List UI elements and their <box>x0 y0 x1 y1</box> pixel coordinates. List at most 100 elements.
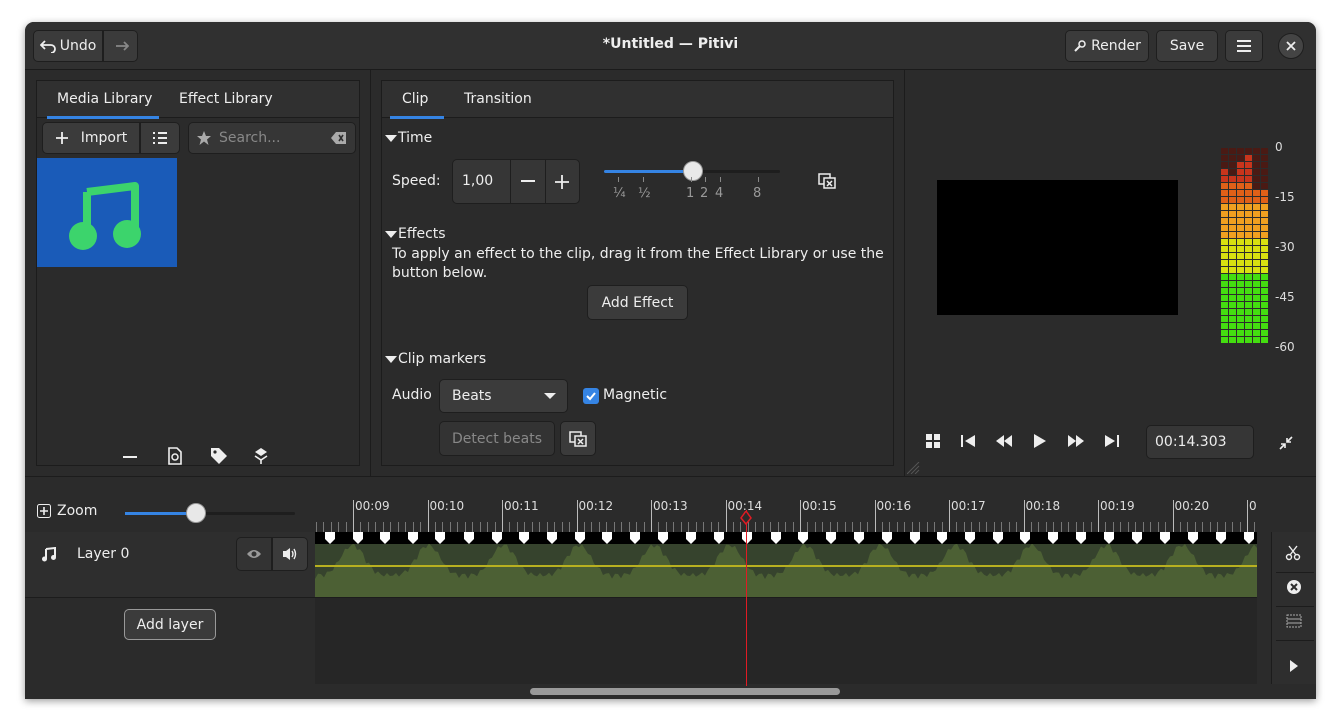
playhead[interactable] <box>746 510 747 686</box>
ruler-label: 00:11 <box>504 499 539 513</box>
magnetic-label[interactable]: Magnetic <box>603 387 667 403</box>
clip-markers-heading[interactable]: Clip markers <box>398 351 486 367</box>
eye-icon <box>246 548 262 560</box>
ruler-minor-tick <box>531 522 533 532</box>
audio-clip[interactable] <box>315 532 1257 597</box>
render-button[interactable]: Render <box>1065 30 1149 62</box>
effects-heading[interactable]: Effects <box>398 226 446 242</box>
split-clip-icon[interactable] <box>1285 545 1301 561</box>
save-button[interactable]: Save <box>1156 30 1218 62</box>
ruler-minor-tick <box>844 522 846 532</box>
plus-icon[interactable] <box>555 175 569 189</box>
detect-beats-button[interactable]: Detect beats <box>439 421 555 456</box>
expand-toolbar-icon[interactable] <box>1290 660 1298 672</box>
go-to-start-icon[interactable] <box>961 434 975 448</box>
meter-cell <box>1221 148 1228 154</box>
zoom-fit-icon[interactable] <box>37 504 51 518</box>
media-thumbnail-audio[interactable] <box>37 158 177 267</box>
ruler-minor-tick <box>814 522 816 532</box>
import-button[interactable]: Import <box>42 122 140 154</box>
ruler-label: 00:16 <box>876 499 912 513</box>
time-heading[interactable]: Time <box>398 130 432 146</box>
fast-forward-icon[interactable] <box>1068 435 1084 447</box>
magnetic-checkbox[interactable] <box>583 388 599 404</box>
speed-slider-handle[interactable] <box>683 161 703 181</box>
timeline-ruler[interactable]: 00:09 00:10 00:11 00:12 00:13 00:14 00:15 00:16… <box>315 494 1257 532</box>
meter-cell <box>1221 176 1228 182</box>
fullscreen-toggle-icon[interactable] <box>1279 436 1293 450</box>
timeline-scrollbar[interactable] <box>530 688 840 695</box>
expander-down-icon[interactable] <box>385 356 397 364</box>
rewind-icon[interactable] <box>996 435 1012 447</box>
meter-cell <box>1245 260 1252 266</box>
tag-icon[interactable] <box>210 447 228 465</box>
ruler-minor-tick <box>1239 522 1241 532</box>
main-menu-button[interactable] <box>1225 30 1263 62</box>
meter-cell <box>1237 309 1244 315</box>
go-to-end-icon[interactable] <box>1105 434 1119 448</box>
reset-speed-icon[interactable] <box>818 173 836 189</box>
zoom-slider[interactable] <box>125 503 295 523</box>
search-input[interactable]: Search... <box>188 122 356 154</box>
meter-cell <box>1229 225 1236 231</box>
meter-cell <box>1253 176 1260 182</box>
toggle-layer-audio-button[interactable] <box>272 537 308 571</box>
insert-at-end-icon[interactable] <box>253 447 269 465</box>
tab-clip[interactable]: Clip <box>402 91 428 107</box>
resize-grip-icon[interactable] <box>907 462 921 474</box>
timecode-value[interactable]: 00:14.303 <box>1155 434 1227 450</box>
group-clips-icon[interactable] <box>1286 613 1302 629</box>
speed-slider[interactable] <box>604 161 780 181</box>
timeline-tracks[interactable] <box>315 532 1257 684</box>
tab-effect-library[interactable]: Effect Library <box>179 91 273 107</box>
ruler-major-tick <box>1023 500 1025 532</box>
plus-icon <box>55 131 69 145</box>
tab-media-library[interactable]: Media Library <box>57 91 152 107</box>
meter-cell <box>1221 274 1228 280</box>
delete-clip-icon[interactable] <box>1286 579 1302 595</box>
meter-cell <box>1261 302 1268 308</box>
meter-cell <box>1229 246 1236 252</box>
ruler-minor-tick <box>896 522 898 532</box>
remove-media-icon[interactable] <box>123 455 139 459</box>
clip-properties-icon[interactable] <box>167 447 183 465</box>
expander-down-icon[interactable] <box>385 231 397 239</box>
minus-icon[interactable] <box>521 180 535 183</box>
ruler-minor-tick <box>926 522 928 532</box>
meter-cell <box>1261 190 1268 196</box>
layer-header: Layer 0 <box>25 532 315 598</box>
ruler-minor-tick <box>1001 522 1003 532</box>
meter-cell <box>1229 190 1236 196</box>
ruler-minor-tick <box>934 522 936 532</box>
meter-cell <box>1253 274 1260 280</box>
meter-cell <box>1237 169 1244 175</box>
expander-down-icon[interactable] <box>385 135 397 143</box>
play-icon[interactable] <box>1034 434 1046 448</box>
zoom-slider-handle[interactable] <box>186 503 206 523</box>
ruler-minor-tick <box>598 522 600 532</box>
tab-transition[interactable]: Transition <box>464 91 532 107</box>
list-view-toggle[interactable] <box>140 122 180 154</box>
ruler-minor-tick <box>710 522 712 532</box>
add-layer-button[interactable]: Add layer <box>124 609 216 640</box>
speed-spinbutton[interactable]: 1,00 <box>452 159 580 204</box>
playhead-marker-icon[interactable] <box>740 511 752 525</box>
render-label: Render <box>1091 38 1141 54</box>
dock-viewer-icon[interactable] <box>926 434 940 448</box>
list-view-icon <box>152 131 168 145</box>
meter-cell <box>1245 148 1252 154</box>
clear-markers-button[interactable] <box>560 421 596 456</box>
close-button[interactable] <box>1278 33 1304 59</box>
layer-name[interactable]: Layer 0 <box>77 546 129 562</box>
audio-markers-dropdown[interactable]: Beats <box>439 379 568 413</box>
ruler-minor-tick <box>561 522 563 532</box>
timecode-input[interactable]: 00:14.303 <box>1146 425 1254 459</box>
meter-cell <box>1221 337 1228 343</box>
add-effect-button[interactable]: Add Effect <box>587 285 688 320</box>
clear-search-icon[interactable] <box>331 132 347 144</box>
speed-value[interactable]: 1,00 <box>462 173 493 189</box>
meter-cell <box>1221 253 1228 259</box>
toggle-layer-video-button[interactable] <box>236 537 272 571</box>
meter-cell <box>1229 267 1236 273</box>
meter-cell <box>1245 225 1252 231</box>
